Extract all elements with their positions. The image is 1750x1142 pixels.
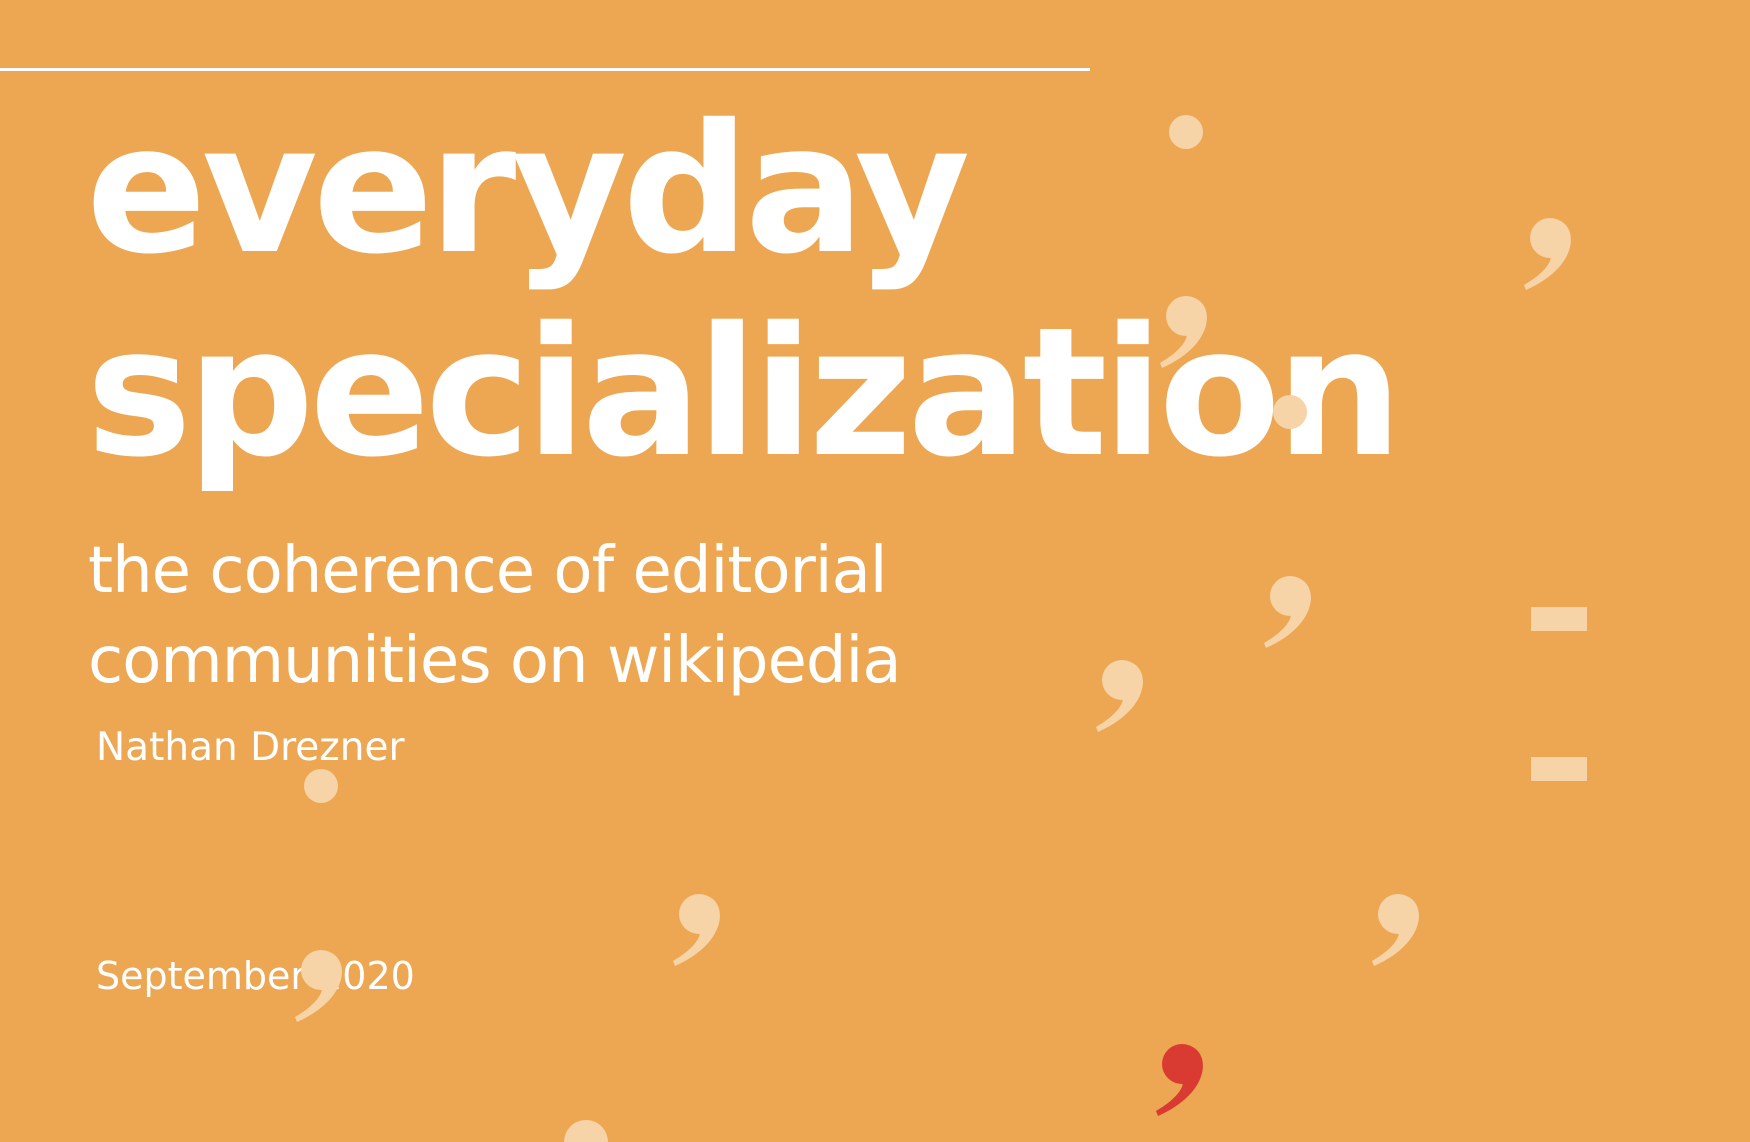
decoration-equals-5	[1531, 607, 1587, 781]
decoration-semicolon-1	[1160, 115, 1207, 368]
report-cover: everyday specialization the coherence of…	[0, 0, 1750, 1142]
decoration-semicolon-6	[295, 769, 342, 1022]
decoration-comma-9	[1156, 1044, 1203, 1116]
punctuation-decoration	[295, 115, 1587, 1142]
decoration-comma-2	[1524, 218, 1571, 290]
decoration-comma-8	[1372, 894, 1419, 966]
decoration-semicolon-3	[1264, 395, 1311, 648]
decoration-comma-4	[1096, 660, 1143, 732]
decoration-comma-7	[673, 894, 720, 966]
decoration-dot-10	[564, 1120, 608, 1142]
